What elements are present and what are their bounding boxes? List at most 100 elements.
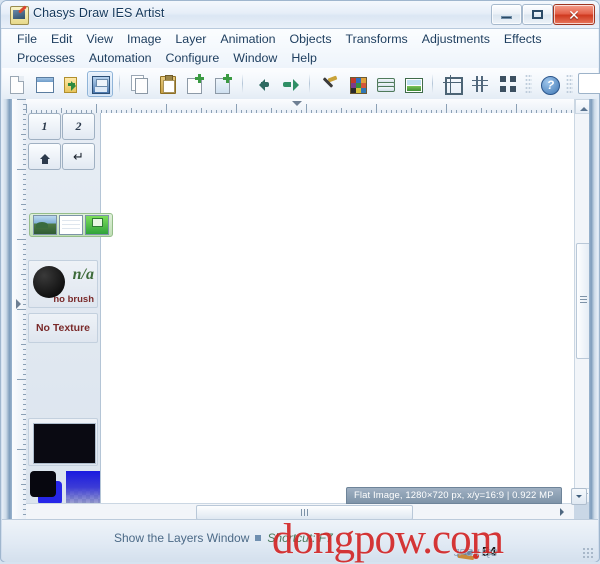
paste-as-layer-button[interactable]: [210, 71, 236, 97]
scroll-grip-icon: [301, 509, 308, 516]
toolbar-grip[interactable]: [525, 73, 532, 94]
fit-screen-button[interactable]: [495, 71, 521, 97]
foreground-color-swatch[interactable]: [30, 471, 56, 497]
toolbar-separator: [309, 74, 310, 93]
menu-row-1: File Edit View Image Layer Animation Obj…: [2, 29, 598, 48]
image-info-tab[interactable]: Flat Image, 1280×720 px, x/y=16:9 | 0.92…: [346, 487, 562, 504]
gradient-alpha-swatch[interactable]: [66, 471, 100, 507]
preset-1-button[interactable]: 1: [28, 113, 61, 140]
new-file-button[interactable]: [3, 71, 29, 97]
window-title: Chasys Draw IES Artist: [33, 6, 165, 20]
horizontal-ruler-marker: [292, 101, 302, 111]
status-format: JPG-HQ2: [454, 548, 498, 559]
thumbnail-photo-icon[interactable]: [33, 215, 57, 235]
open-file-icon: [60, 72, 84, 96]
maximize-icon: [532, 10, 543, 19]
copy-icon: [127, 72, 151, 96]
menu-item-file[interactable]: File: [10, 31, 44, 47]
cursor-pointer-icon: [560, 508, 568, 516]
thumbnail-blank-icon[interactable]: [59, 215, 83, 235]
preset-2-button[interactable]: 2: [62, 113, 95, 140]
open-file-button[interactable]: [59, 71, 85, 97]
vertical-scrollbar[interactable]: [574, 99, 591, 503]
horizontal-scrollbar[interactable]: [26, 503, 574, 520]
chevron-up-icon: [580, 103, 588, 111]
menu-item-transforms[interactable]: Transforms: [339, 31, 415, 47]
crop-frame-icon: [440, 72, 464, 96]
app-logo-icon: [10, 5, 29, 25]
color-picker-button[interactable]: [316, 71, 342, 97]
canvas-viewport[interactable]: [26, 113, 574, 503]
brush-value: n/a: [72, 266, 94, 283]
grid-button[interactable]: [467, 71, 493, 97]
image-info-text: Flat Image, 1280×720 px, x/y=16:9 | 0.92…: [354, 490, 554, 501]
scroll-grip-icon: [580, 296, 587, 303]
copy-button[interactable]: [126, 71, 152, 97]
right-dock-rail: [589, 99, 598, 519]
layers-button[interactable]: [372, 71, 398, 97]
primary-color-panel[interactable]: [28, 418, 98, 466]
brush-label: no brush: [53, 294, 94, 305]
primary-color-swatch[interactable]: [33, 423, 96, 464]
texture-panel[interactable]: No Texture: [28, 313, 98, 343]
tool-preset-pad: 1 2 ↵: [26, 113, 100, 175]
menu-item-image[interactable]: Image: [120, 31, 168, 47]
application-window: Chasys Draw IES Artist ✕ File Edit View …: [0, 0, 600, 563]
foreground-background-swatch[interactable]: [30, 471, 64, 507]
image-info-dropdown-button[interactable]: [571, 488, 587, 505]
grid-icon: [468, 72, 492, 96]
close-button[interactable]: ✕: [553, 4, 595, 25]
undo-icon: [250, 72, 274, 96]
close-icon: ✕: [568, 6, 580, 23]
menu-item-objects[interactable]: Objects: [283, 31, 339, 47]
menu-item-effects[interactable]: Effects: [497, 31, 549, 47]
menu-item-animation[interactable]: Animation: [213, 31, 282, 47]
shift-button[interactable]: [28, 143, 61, 170]
minimize-button[interactable]: [491, 4, 522, 25]
undo-button[interactable]: [249, 71, 275, 97]
menu-item-window[interactable]: Window: [226, 50, 284, 66]
status-bar: Show the Layers Window Shortcut: F7 54 JP…: [2, 519, 598, 562]
resize-grip-icon[interactable]: [582, 547, 593, 558]
menu-item-layer[interactable]: Layer: [168, 31, 213, 47]
menu-item-processes[interactable]: Processes: [10, 50, 82, 66]
scroll-up-button[interactable]: [575, 99, 590, 114]
tool-panel: n/a no brush No Texture 1 2 ↵: [26, 113, 101, 507]
horizontal-ruler: [26, 99, 574, 114]
toolbar-separator: [242, 74, 243, 93]
new-window-button[interactable]: [31, 71, 57, 97]
zoom-input[interactable]: 70%: [578, 73, 600, 94]
main-toolbar: ? 70%: [2, 68, 600, 100]
save-button[interactable]: [87, 70, 113, 97]
thumbnail-paste-icon[interactable]: [85, 215, 109, 235]
menu-item-configure[interactable]: Configure: [159, 50, 227, 66]
menu-item-view[interactable]: View: [79, 31, 120, 47]
palette-icon: [345, 72, 369, 96]
preset-2-label: 2: [75, 119, 82, 133]
paste-as-new-icon: [183, 72, 207, 96]
menu-item-automation[interactable]: Automation: [82, 50, 159, 66]
status-shortcut: Shortcut: F7: [267, 531, 333, 545]
title-bar: Chasys Draw IES Artist ✕: [1, 1, 599, 29]
menu-item-help[interactable]: Help: [284, 50, 323, 66]
status-bullet-icon: [255, 535, 262, 542]
paste-as-new-button[interactable]: [182, 71, 208, 97]
enter-button[interactable]: ↵: [62, 143, 95, 170]
menu-item-adjustments[interactable]: Adjustments: [415, 31, 497, 47]
horizontal-scroll-thumb[interactable]: [196, 505, 413, 520]
crop-frame-button[interactable]: [439, 71, 465, 97]
help-button[interactable]: ?: [536, 71, 562, 97]
canvas-sheet[interactable]: [99, 113, 574, 503]
brush-preview-panel[interactable]: n/a no brush: [28, 260, 98, 308]
paste-as-layer-icon: [211, 72, 235, 96]
paste-icon: [155, 72, 179, 96]
redo-button[interactable]: [277, 71, 303, 97]
color-picker-icon: [317, 72, 341, 96]
paste-button[interactable]: [154, 71, 180, 97]
image-button[interactable]: [400, 71, 426, 97]
toolbar-grip[interactable]: [566, 73, 573, 94]
maximize-button[interactable]: [522, 4, 553, 25]
menu-item-edit[interactable]: Edit: [44, 31, 79, 47]
palette-button[interactable]: [344, 71, 370, 97]
status-hint: Show the Layers Window Shortcut: F7: [114, 531, 333, 545]
